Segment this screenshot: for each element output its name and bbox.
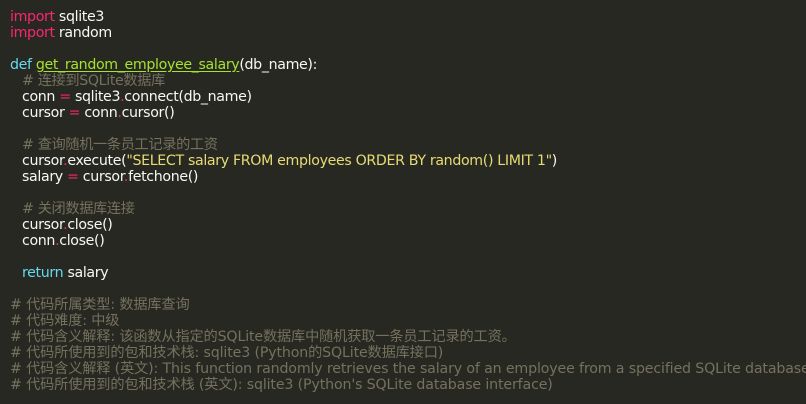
code-editor[interactable]: import sqlite3 import random def get_ran… [0, 0, 806, 404]
variable-name: conn [22, 89, 56, 105]
code-comment: # 连接到SQLite数据库 [22, 73, 165, 89]
comment-difficulty: # 代码难度: 中级 [10, 313, 120, 329]
assign-operator: = [67, 169, 79, 185]
object-name: cursor [82, 169, 124, 185]
code-line-15: conn.close() [10, 233, 806, 249]
code-line-9: # 查询随机一条员工记录的工资 [10, 137, 806, 153]
code-line-14: cursor.close() [10, 217, 806, 233]
code-line-1: import sqlite3 [10, 9, 806, 25]
import-keyword: import [10, 25, 55, 41]
comment-explanation-cn: # 代码含义解释: 该函数从指定的SQLite数据库中随机获取一条员工记录的工资… [10, 329, 516, 345]
method-call-open: execute( [67, 153, 127, 169]
function-params: (db_name): [239, 57, 318, 73]
return-value: salary [67, 265, 109, 281]
code-line-6: conn = sqlite3.connect(db_name) [10, 89, 806, 105]
code-line-7: cursor = conn.cursor() [10, 105, 806, 121]
comment-explanation-en: # 代码含义解释 (英文): This function randomly re… [10, 361, 806, 377]
function-name: get_random_employee_salary [35, 57, 240, 73]
comment-stack-cn: # 代码所使用到的包和技术栈: sqlite3 (Python的SQLite数据… [10, 345, 444, 361]
method-call: cursor() [121, 105, 175, 121]
assign-operator: = [59, 89, 71, 105]
code-comment: # 关闭数据库连接 [22, 201, 135, 217]
code-line-4: def get_random_employee_salary(db_name): [10, 57, 806, 73]
annotation-comments: # 代码所属类型: 数据库查询 # 代码难度: 中级 # 代码含义解释: 该函数… [10, 297, 806, 393]
code-line-2: import random [10, 25, 806, 41]
method-call: close() [59, 233, 105, 249]
module-name: random [58, 25, 112, 41]
method-call-close: ) [551, 153, 558, 169]
code-line-10: cursor.execute("SELECT salary FROM emplo… [10, 153, 806, 169]
code-line-13: # 关闭数据库连接 [10, 201, 806, 217]
comment-type: # 代码所属类型: 数据库查询 [10, 297, 190, 313]
variable-name: cursor [22, 105, 65, 121]
method-call: close() [67, 217, 113, 233]
def-keyword: def [10, 57, 32, 73]
assign-operator: = [68, 105, 81, 121]
method-call: fetchone() [128, 169, 199, 185]
code-line-11: salary = cursor.fetchone() [10, 169, 806, 185]
object-name: sqlite3 [74, 89, 121, 105]
object-name: cursor [22, 217, 64, 233]
object-name: conn [84, 105, 118, 121]
method-call: connect(db_name) [124, 89, 252, 105]
sql-string: "SELECT salary FROM employees ORDER BY r… [126, 153, 552, 169]
variable-name: salary [22, 169, 63, 185]
code-line-17: return salary [10, 265, 806, 281]
module-name: sqlite3 [58, 9, 105, 25]
object-name: cursor [22, 153, 64, 169]
comment-stack-en: # 代码所使用到的包和技术栈 (英文): sqlite3 (Python's S… [10, 377, 553, 393]
code-line-5: # 连接到SQLite数据库 [10, 73, 806, 89]
return-keyword: return [22, 265, 64, 281]
code-comment: # 查询随机一条员工记录的工资 [22, 137, 218, 153]
object-name: conn [22, 233, 56, 249]
import-keyword: import [10, 9, 55, 25]
